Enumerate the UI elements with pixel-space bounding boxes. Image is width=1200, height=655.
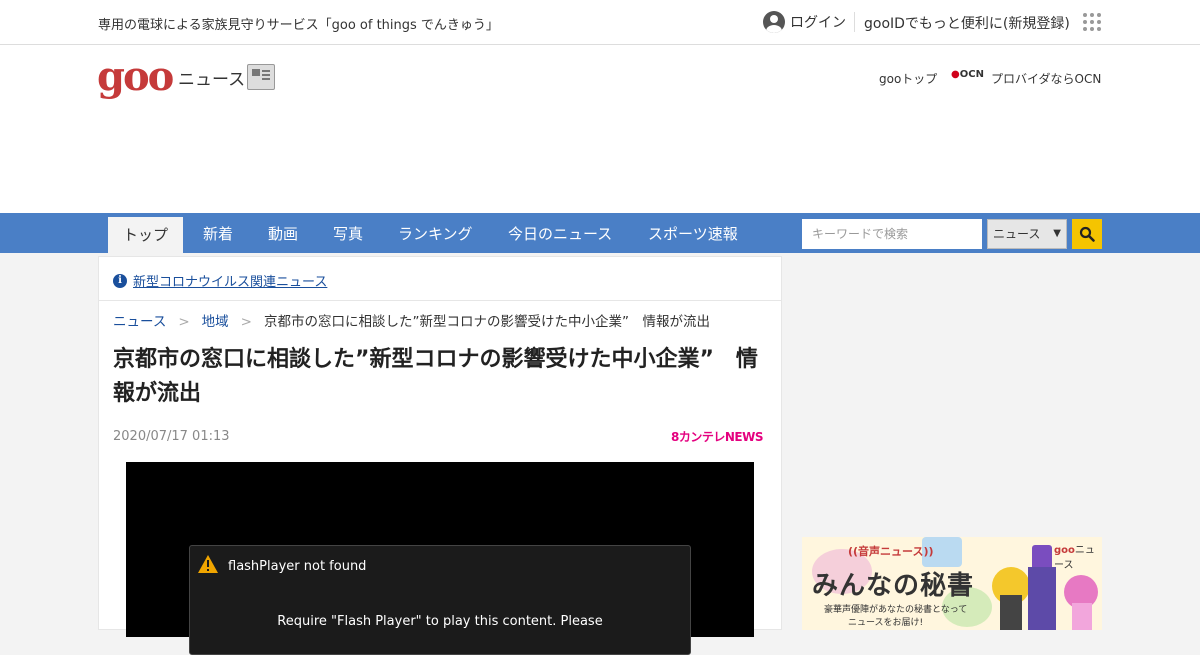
ad-brand-logo: goo: [1054, 545, 1075, 556]
user-avatar-icon: [763, 11, 785, 33]
register-link[interactable]: gooIDでもっと便利に(新規登録): [864, 13, 1070, 33]
flash-error-title: flashPlayer not found: [228, 559, 367, 574]
article-container: i 新型コロナウイルス関連ニュース ニュース > 地域 > 京都市の窓口に相談した”新型…: [98, 256, 782, 655]
search-button[interactable]: [1072, 219, 1102, 249]
video-player[interactable]: flashPlayer not found Require "Flash Pla…: [126, 462, 754, 655]
login-link[interactable]: ログイン: [763, 11, 846, 33]
warning-icon: [198, 555, 218, 573]
ad-character: [1028, 567, 1056, 630]
divider: [854, 12, 855, 32]
breadcrumb-news[interactable]: ニュース: [113, 314, 166, 330]
article-date: 2020/07/17 01:13: [113, 429, 230, 444]
top-utility-bar: 専用の電球による家族見守りサービス「goo of things でんきゅう」 ロ…: [0, 0, 1200, 45]
search-scope-value: ニュース: [993, 227, 1041, 241]
tab-top[interactable]: トップ: [108, 217, 183, 253]
goo-logo[interactable]: goo: [97, 55, 174, 99]
main-nav: トップ 新着 動画 写真 ランキング 今日のニュース スポーツ速報 キーワードで…: [0, 213, 1200, 253]
ad-title: みんなの秘書: [812, 571, 975, 601]
ad-character: [1000, 595, 1022, 630]
info-icon: i: [113, 273, 127, 288]
newspaper-icon: [247, 64, 275, 90]
ad-character: [1072, 603, 1092, 630]
breadcrumb-separator: >: [178, 314, 190, 330]
site-header: goo ニュース gooトップ ●OCN プロバイダならOCN: [0, 45, 1200, 213]
search-input[interactable]: キーワードで検索: [802, 219, 982, 249]
tab-new[interactable]: 新着: [203, 213, 233, 253]
tab-photo[interactable]: 写真: [333, 213, 363, 253]
tab-today-news[interactable]: 今日のニュース: [508, 213, 612, 253]
flash-error-message: Require "Flash Player" to play this cont…: [277, 614, 603, 629]
tab-ranking[interactable]: ランキング: [398, 213, 473, 253]
article-title: 京都市の窓口に相談した”新型コロナの影響受けた中小企業” 情報が流出: [113, 347, 758, 406]
breadcrumb-separator: >: [240, 314, 252, 330]
app-grid-icon[interactable]: [1083, 13, 1101, 31]
divider: [99, 300, 781, 301]
promo-link[interactable]: 専用の電球による家族見守りサービス「goo of things でんきゅう」: [98, 14, 499, 33]
login-label: ログイン: [790, 15, 846, 31]
tab-sports[interactable]: スポーツ速報: [648, 213, 738, 253]
goo-top-link[interactable]: gooトップ: [879, 70, 937, 87]
breadcrumb-current: 京都市の窓口に相談した”新型コロナの影響受けた中小企業” 情報が流出: [263, 314, 710, 330]
ad-character: [1032, 545, 1052, 569]
breadcrumb: ニュース > 地域 > 京都市の窓口に相談した”新型コロナの影響受けた中小企業” 情報が…: [113, 310, 710, 330]
covid-news-label: 新型コロナウイルス関連ニュース: [133, 275, 328, 290]
ad-description: ニュースをお届け!: [848, 618, 924, 628]
search-scope-select[interactable]: ニュース ▼: [987, 219, 1067, 249]
voice-news-ad-banner[interactable]: ((音声ニュース)) みんなの秘書 豪華声優陣があなたの秘書となって ニュースを…: [802, 537, 1102, 630]
ocn-logo[interactable]: ●OCN: [951, 69, 984, 80]
source-logo[interactable]: 8カンテレNEWS: [671, 428, 763, 445]
news-section-label[interactable]: ニュース: [178, 65, 245, 90]
dropdown-arrow-icon: ▼: [1053, 228, 1061, 239]
ocn-badge: OCN: [959, 69, 984, 80]
ad-brand: gooニュース: [1054, 541, 1102, 571]
ad-description: 豪華声優陣があなたの秘書となって: [824, 605, 968, 615]
ocn-link[interactable]: プロバイダならOCN: [991, 70, 1101, 87]
breadcrumb-region[interactable]: 地域: [202, 314, 229, 330]
covid-news-link[interactable]: i 新型コロナウイルス関連ニュース: [113, 271, 327, 290]
search-icon: [1079, 226, 1095, 242]
flash-error-dialog: flashPlayer not found Require "Flash Pla…: [189, 545, 691, 655]
ad-subtitle: ((音声ニュース)): [848, 545, 934, 558]
tab-video[interactable]: 動画: [268, 213, 298, 253]
